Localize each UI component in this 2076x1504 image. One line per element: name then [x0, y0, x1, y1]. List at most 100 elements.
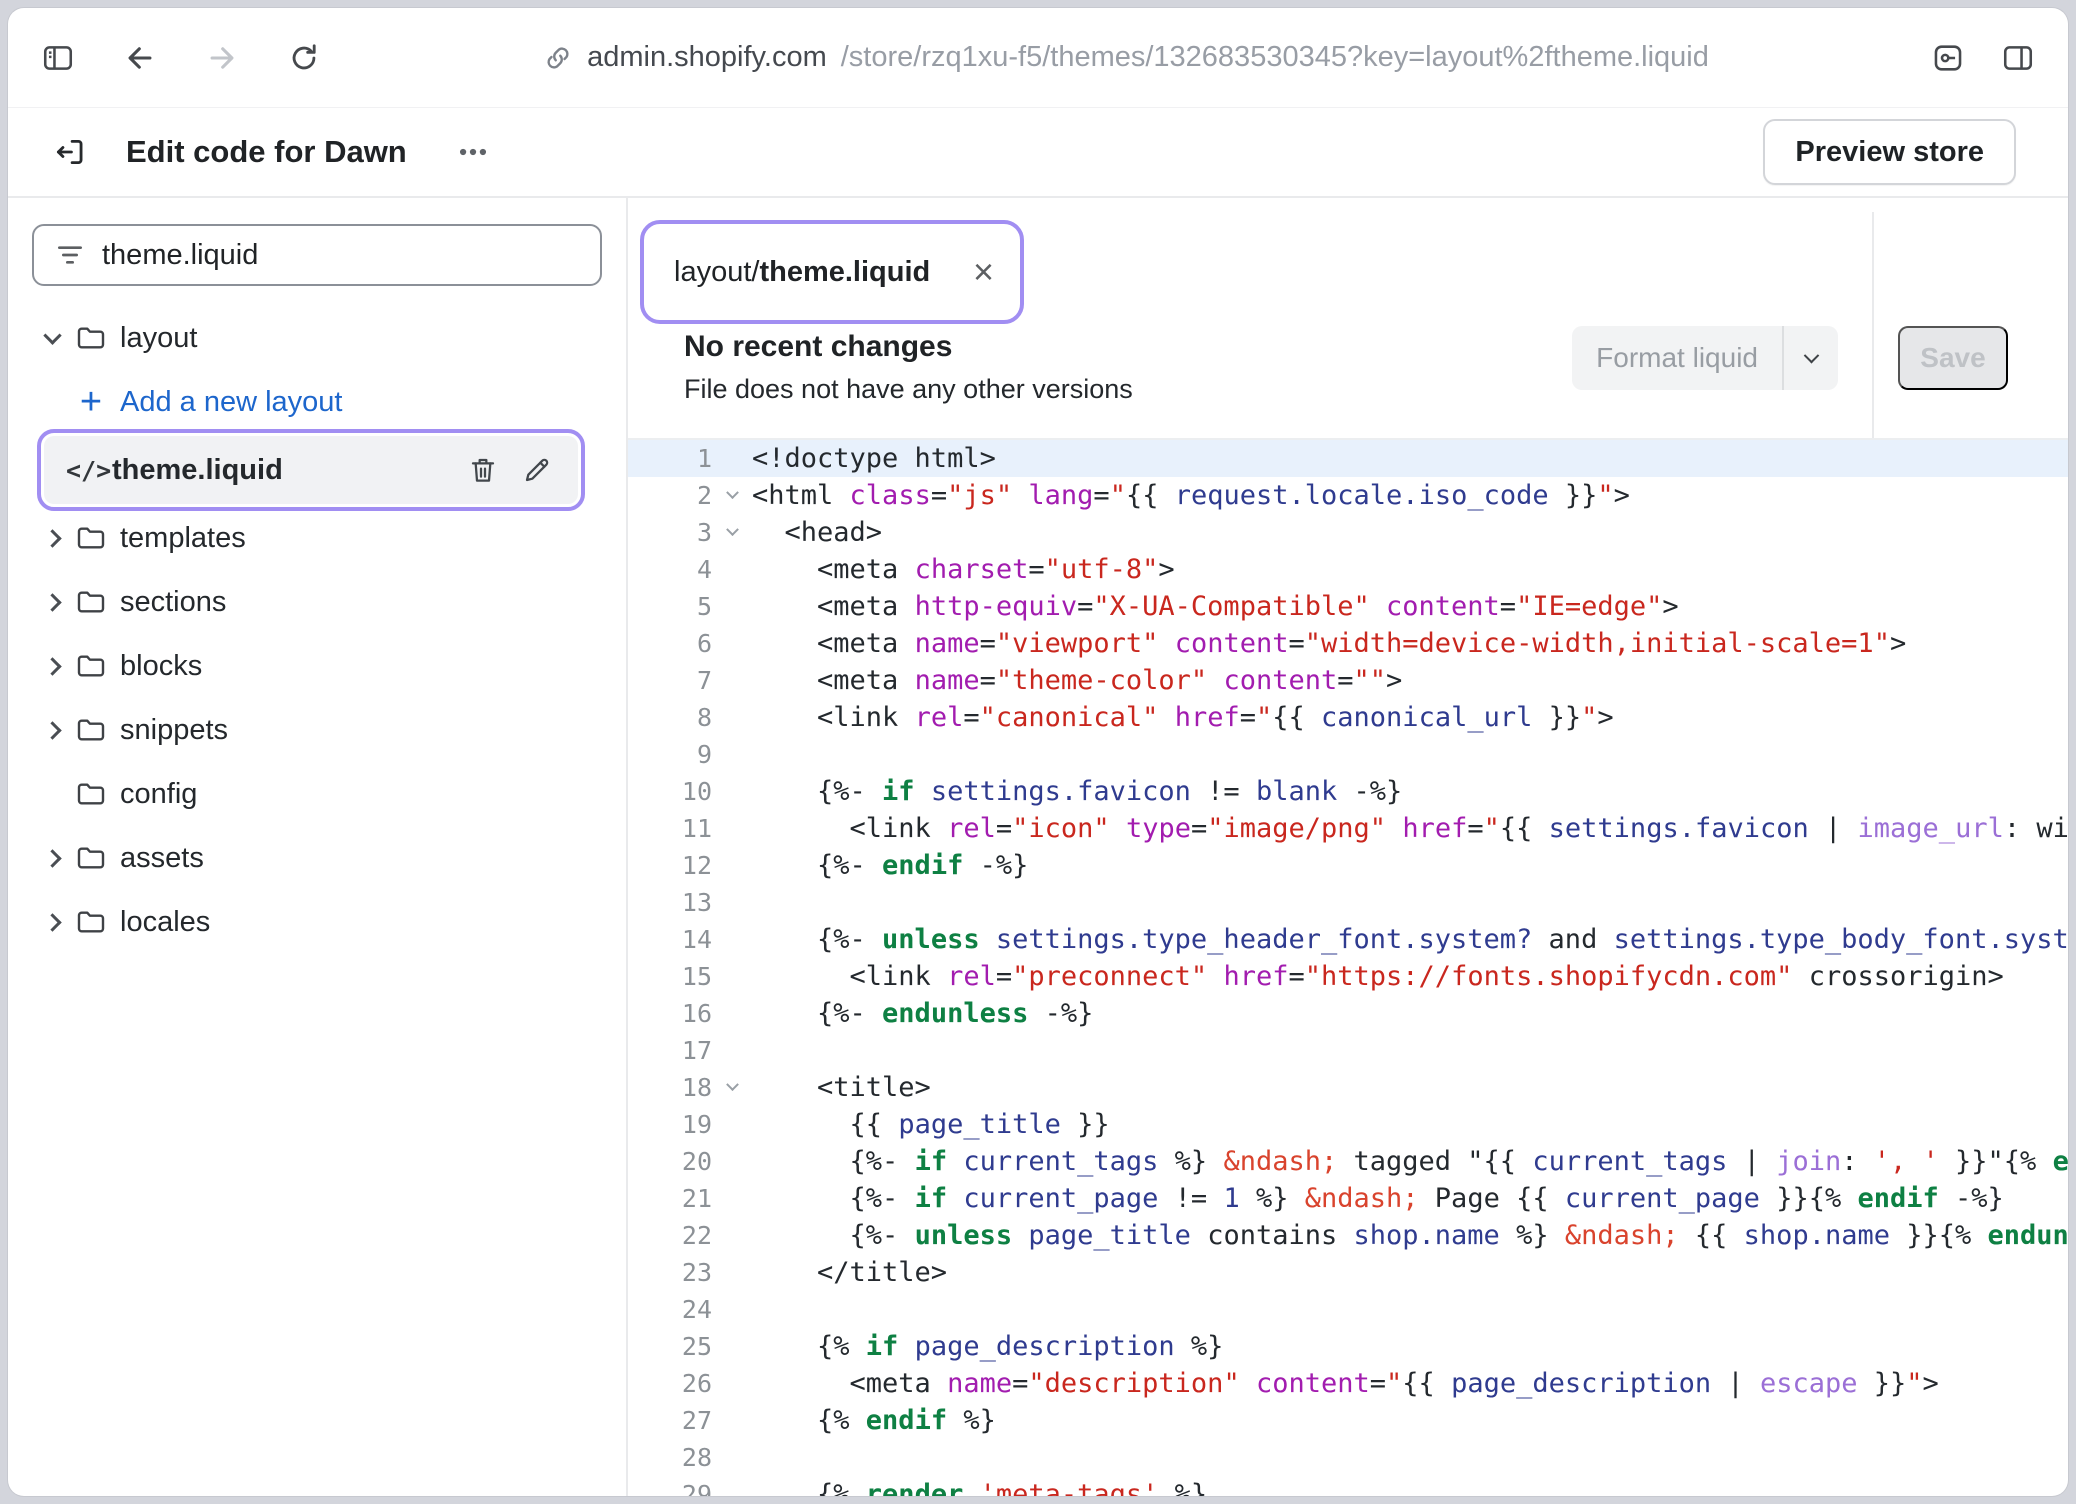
back-icon[interactable] — [118, 36, 162, 80]
code-editor[interactable]: 1<!doctype html>2<html class="js" lang="… — [628, 438, 2068, 1496]
code-line[interactable]: 10 {%- if settings.favicon != blank -%} — [648, 773, 2068, 810]
code-line[interactable]: 9 — [648, 736, 2068, 773]
tree-item-theme-liquid-selected[interactable]: </> theme.liquid — [44, 436, 578, 504]
tab-path-prefix: layout/ — [674, 256, 759, 288]
line-number: 20 — [648, 1147, 712, 1176]
code-text: <link rel="canonical" href="{{ canonical… — [752, 702, 1614, 733]
line-number: 2 — [648, 481, 712, 510]
tree-item-label: config — [120, 778, 197, 811]
code-text: <meta name="theme-color" content=""> — [752, 665, 1402, 696]
code-line[interactable]: 1<!doctype html> — [628, 440, 2068, 477]
code-line[interactable]: 24 — [648, 1291, 2068, 1328]
code-line[interactable]: 16 {%- endunless -%} — [648, 995, 2068, 1032]
more-actions-icon[interactable] — [451, 130, 495, 174]
line-number: 4 — [648, 555, 712, 584]
format-liquid-label: Format liquid — [1572, 326, 1782, 390]
tab-layout-theme-liquid[interactable]: layout/theme.liquid × — [648, 228, 1016, 316]
code-text: {{ page_title }} — [752, 1109, 1110, 1140]
line-number: 28 — [648, 1443, 712, 1472]
code-line[interactable]: 2<html class="js" lang="{{ request.local… — [648, 477, 2068, 514]
link-icon — [543, 43, 573, 73]
save-button[interactable]: Save — [1898, 326, 2008, 390]
chevron-right-icon[interactable] — [38, 724, 66, 737]
fold-chevron-icon[interactable] — [712, 528, 752, 537]
tree-item-locales[interactable]: locales — [32, 890, 602, 954]
line-number: 14 — [648, 925, 712, 954]
plus-icon: + — [74, 385, 108, 419]
sidebar-toggle-icon[interactable] — [36, 36, 80, 80]
page-settings-icon[interactable] — [1926, 36, 1970, 80]
fold-chevron-icon[interactable] — [712, 1083, 752, 1092]
folder-icon — [74, 714, 108, 746]
code-line[interactable]: 29 {% render 'meta-tags' %} — [648, 1476, 2068, 1496]
tree-item-snippets[interactable]: snippets — [32, 698, 602, 762]
line-number: 22 — [648, 1221, 712, 1250]
chevron-right-icon[interactable] — [38, 916, 66, 929]
file-search-input[interactable]: theme.liquid — [32, 224, 602, 286]
line-number: 29 — [648, 1480, 712, 1496]
code-line[interactable]: 25 {% if page_description %} — [648, 1328, 2068, 1365]
code-line[interactable]: 18 <title> — [648, 1069, 2068, 1106]
line-number: 24 — [648, 1295, 712, 1324]
code-text: {%- endif -%} — [752, 850, 1028, 881]
tree-item-sections[interactable]: sections — [32, 570, 602, 634]
status-title: No recent changes — [684, 330, 952, 364]
add-layout-button[interactable]: + Add a new layout — [32, 370, 602, 434]
code-line[interactable]: 19 {{ page_title }} — [648, 1106, 2068, 1143]
tree-item-templates[interactable]: templates — [32, 506, 602, 570]
chevron-right-icon[interactable] — [38, 660, 66, 673]
code-line[interactable]: 4 <meta charset="utf-8"> — [648, 551, 2068, 588]
line-number: 15 — [648, 962, 712, 991]
code-line[interactable]: 12 {%- endif -%} — [648, 847, 2068, 884]
code-line[interactable]: 8 <link rel="canonical" href="{{ canonic… — [648, 699, 2068, 736]
format-liquid-button[interactable]: Format liquid — [1572, 326, 1838, 390]
tree-item-assets[interactable]: assets — [32, 826, 602, 890]
url-host: admin.shopify.com — [587, 41, 827, 74]
delete-file-icon[interactable] — [466, 453, 500, 487]
code-line[interactable]: 13 — [648, 884, 2068, 921]
code-line[interactable]: 27 {% endif %} — [648, 1402, 2068, 1439]
code-line[interactable]: 28 — [648, 1439, 2068, 1476]
editor-header: layout/theme.liquid × No recent changes … — [628, 198, 2068, 438]
rename-file-icon[interactable] — [520, 453, 554, 487]
tree-item-label: assets — [120, 842, 204, 875]
code-line[interactable]: 26 <meta name="description" content="{{ … — [648, 1365, 2068, 1402]
code-line[interactable]: 11 <link rel="icon" type="image/png" hre… — [648, 810, 2068, 847]
sidebar-right-icon[interactable] — [1996, 36, 2040, 80]
code-line[interactable]: 17 — [648, 1032, 2068, 1069]
line-number: 18 — [648, 1073, 712, 1102]
code-line[interactable]: 22 {%- unless page_title contains shop.n… — [648, 1217, 2068, 1254]
tree-item-layout[interactable]: layout — [32, 306, 602, 370]
close-tab-icon[interactable]: × — [973, 254, 994, 290]
tree-item-blocks[interactable]: blocks — [32, 634, 602, 698]
code-line[interactable]: 5 <meta http-equiv="X-UA-Compatible" con… — [648, 588, 2068, 625]
code-text: <!doctype html> — [752, 443, 996, 474]
chevron-down-icon[interactable] — [38, 332, 66, 345]
code-line[interactable]: 20 {%- if current_tags %} &ndash; tagged… — [648, 1143, 2068, 1180]
preview-store-button[interactable]: Preview store — [1763, 119, 2016, 185]
code-line[interactable]: 3 <head> — [648, 514, 2068, 551]
code-line[interactable]: 6 <meta name="viewport" content="width=d… — [648, 625, 2068, 662]
fold-chevron-icon[interactable] — [712, 491, 752, 500]
code-line[interactable]: 21 {%- if current_page != 1 %} &ndash; P… — [648, 1180, 2068, 1217]
chevron-down-icon[interactable] — [1782, 326, 1838, 390]
chevron-right-icon[interactable] — [38, 596, 66, 609]
code-line[interactable]: 15 <link rel="preconnect" href="https://… — [648, 958, 2068, 995]
address-bar[interactable]: admin.shopify.com/store/rzq1xu-f5/themes… — [326, 41, 1926, 74]
line-number: 16 — [648, 999, 712, 1028]
code-line[interactable]: 23 </title> — [648, 1254, 2068, 1291]
code-line[interactable]: 14 {%- unless settings.type_header_font.… — [648, 921, 2068, 958]
exit-icon[interactable] — [48, 130, 92, 174]
browser-window: admin.shopify.com/store/rzq1xu-f5/themes… — [8, 8, 2068, 1496]
code-file-icon: </> — [66, 456, 100, 485]
code-text: <link rel="icon" type="image/png" href="… — [752, 813, 2068, 844]
forward-icon[interactable] — [200, 36, 244, 80]
browser-toolbar: admin.shopify.com/store/rzq1xu-f5/themes… — [8, 8, 2068, 108]
chevron-right-icon[interactable] — [38, 532, 66, 545]
reload-icon[interactable] — [282, 36, 326, 80]
code-text: {% render 'meta-tags' %} — [752, 1479, 1207, 1496]
chevron-right-icon[interactable] — [38, 852, 66, 865]
tree-item-config[interactable]: config — [32, 762, 602, 826]
filter-icon — [54, 239, 86, 271]
code-line[interactable]: 7 <meta name="theme-color" content=""> — [648, 662, 2068, 699]
